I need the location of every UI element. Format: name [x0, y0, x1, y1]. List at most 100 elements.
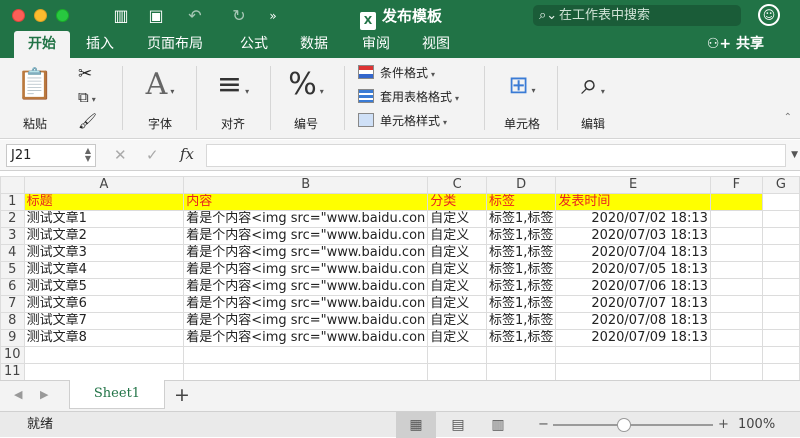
format-painter-icon[interactable]: 🖌 [78, 112, 97, 130]
cell[interactable] [709, 210, 763, 228]
cell[interactable] [709, 312, 763, 330]
cell[interactable] [761, 363, 800, 380]
cell-style-button[interactable]: 单元格样式 ▾ [358, 110, 447, 132]
sheet-tab-sheet1[interactable]: Sheet1 [69, 380, 165, 409]
cell[interactable] [761, 261, 800, 279]
cell[interactable]: 标签 [485, 193, 557, 211]
cell[interactable]: 测试文章8 [23, 329, 185, 347]
cell[interactable]: 2020/07/08 18:13 [555, 312, 711, 330]
column-header[interactable]: D [485, 176, 557, 194]
cell[interactable] [427, 346, 487, 364]
cell[interactable] [709, 227, 763, 245]
cell[interactable]: 自定义 [427, 295, 487, 313]
cell[interactable] [709, 193, 763, 211]
cell[interactable]: 标签1,标签 [485, 227, 557, 245]
cell[interactable]: 自定义 [427, 227, 487, 245]
cell[interactable]: 标签1,标签 [485, 261, 557, 279]
cell[interactable] [761, 312, 800, 330]
page-break-view-icon[interactable]: ▥ [478, 412, 518, 438]
tab-home[interactable]: 开始 [14, 31, 70, 58]
cell[interactable] [761, 210, 800, 228]
cell-table[interactable]: A B C D E F G 1 标题 内容 分类 标签 发表时间 2 测试文章1 着… [0, 176, 800, 380]
zoom-in-icon[interactable]: + [718, 412, 729, 438]
row-header[interactable]: 5 [0, 261, 25, 279]
confirm-check-icon[interactable]: ✓ [146, 146, 159, 164]
formula-input[interactable] [206, 144, 786, 167]
cell[interactable] [183, 346, 429, 364]
row-header[interactable]: 1 [0, 193, 25, 211]
cell[interactable]: 内容 [183, 193, 429, 211]
select-all-corner[interactable] [0, 176, 25, 194]
cell[interactable] [761, 227, 800, 245]
cell[interactable] [761, 244, 800, 262]
cell[interactable]: 标签1,标签 [485, 312, 557, 330]
row-header[interactable]: 4 [0, 244, 25, 262]
zoom-slider-handle[interactable] [617, 418, 631, 432]
cell[interactable]: 着是个内容<img src="www.baidu.con [183, 244, 429, 262]
normal-view-icon[interactable]: ▦ [396, 412, 436, 438]
insert-function-button[interactable]: fx [180, 145, 194, 163]
redo-icon[interactable]: ↻ [228, 6, 250, 26]
prev-sheet-arrow-icon[interactable]: ◀ [14, 388, 22, 401]
paste-button[interactable]: 📋 粘贴 [8, 62, 62, 134]
font-button[interactable]: A ▾ 字体 [132, 62, 188, 134]
cell[interactable]: 2020/07/09 18:13 [555, 329, 711, 347]
sheet-search-input[interactable]: ⌕⌄ 在工作表中搜索 [533, 5, 741, 26]
cell[interactable]: 标签1,标签 [485, 278, 557, 296]
column-header[interactable]: G [761, 176, 800, 194]
cell[interactable] [761, 193, 800, 211]
tab-page-layout[interactable]: 页面布局 [147, 31, 203, 58]
cell[interactable]: 标签1,标签 [485, 244, 557, 262]
cell[interactable] [709, 363, 763, 380]
column-header[interactable]: C [427, 176, 487, 194]
zoom-slider-track[interactable] [553, 424, 713, 426]
name-box[interactable]: J21 ▲ ▼ [6, 144, 96, 167]
cells-button[interactable]: ⊞ ▾ 单元格 [492, 62, 552, 134]
collapse-ribbon-chevron-icon[interactable]: ⌃ [784, 112, 792, 123]
cell[interactable]: 着是个内容<img src="www.baidu.con [183, 261, 429, 279]
cell[interactable] [555, 346, 711, 364]
column-header[interactable]: E [555, 176, 711, 194]
tab-data[interactable]: 数据 [300, 31, 328, 58]
cell[interactable] [709, 278, 763, 296]
cell[interactable]: 标签1,标签 [485, 295, 557, 313]
cell[interactable]: 着是个内容<img src="www.baidu.con [183, 227, 429, 245]
cell[interactable]: 着是个内容<img src="www.baidu.con [183, 329, 429, 347]
cell[interactable]: 自定义 [427, 244, 487, 262]
close-window-button[interactable] [12, 9, 25, 22]
save-icon[interactable]: ▣ [145, 6, 167, 26]
cell[interactable] [761, 346, 800, 364]
cell[interactable]: 测试文章5 [23, 278, 185, 296]
tab-formulas[interactable]: 公式 [240, 31, 268, 58]
cell[interactable]: 着是个内容<img src="www.baidu.con [183, 210, 429, 228]
cell[interactable]: 自定义 [427, 261, 487, 279]
conditional-format-button[interactable]: 条件格式 ▾ [358, 62, 435, 84]
tab-insert[interactable]: 插入 [86, 31, 114, 58]
row-header[interactable]: 8 [0, 312, 25, 330]
cell[interactable]: 2020/07/07 18:13 [555, 295, 711, 313]
cell[interactable]: 标签1,标签 [485, 329, 557, 347]
cell[interactable]: 自定义 [427, 329, 487, 347]
cell[interactable] [709, 261, 763, 279]
zoom-window-button[interactable] [56, 9, 69, 22]
cancel-x-icon[interactable]: ✕ [114, 146, 127, 164]
cell[interactable]: 2020/07/03 18:13 [555, 227, 711, 245]
cut-scissors-icon[interactable]: ✂ [78, 64, 92, 84]
cell[interactable]: 2020/07/02 18:13 [555, 210, 711, 228]
more-chevron-icon[interactable]: » [262, 6, 284, 26]
worksheet-grid[interactable]: A B C D E F G 1 标题 内容 分类 标签 发表时间 2 测试文章1 着… [0, 176, 800, 380]
cell[interactable]: 2020/07/04 18:13 [555, 244, 711, 262]
cell[interactable]: 自定义 [427, 278, 487, 296]
share-button[interactable]: ⚇+ 共享 [707, 31, 764, 58]
row-header[interactable]: 3 [0, 227, 25, 245]
tab-review[interactable]: 审阅 [362, 31, 390, 58]
expand-formula-chevron-icon[interactable]: ▼ [791, 150, 798, 160]
add-sheet-button[interactable]: + [174, 384, 190, 406]
row-header[interactable]: 11 [0, 363, 25, 380]
row-header[interactable]: 7 [0, 295, 25, 313]
sidebar-toggle-icon[interactable]: ▥ [110, 6, 132, 26]
name-box-stepper-icon[interactable]: ▲ ▼ [85, 147, 91, 163]
tab-view[interactable]: 视图 [422, 31, 450, 58]
cell[interactable]: 测试文章2 [23, 227, 185, 245]
cell[interactable]: 着是个内容<img src="www.baidu.con [183, 295, 429, 313]
